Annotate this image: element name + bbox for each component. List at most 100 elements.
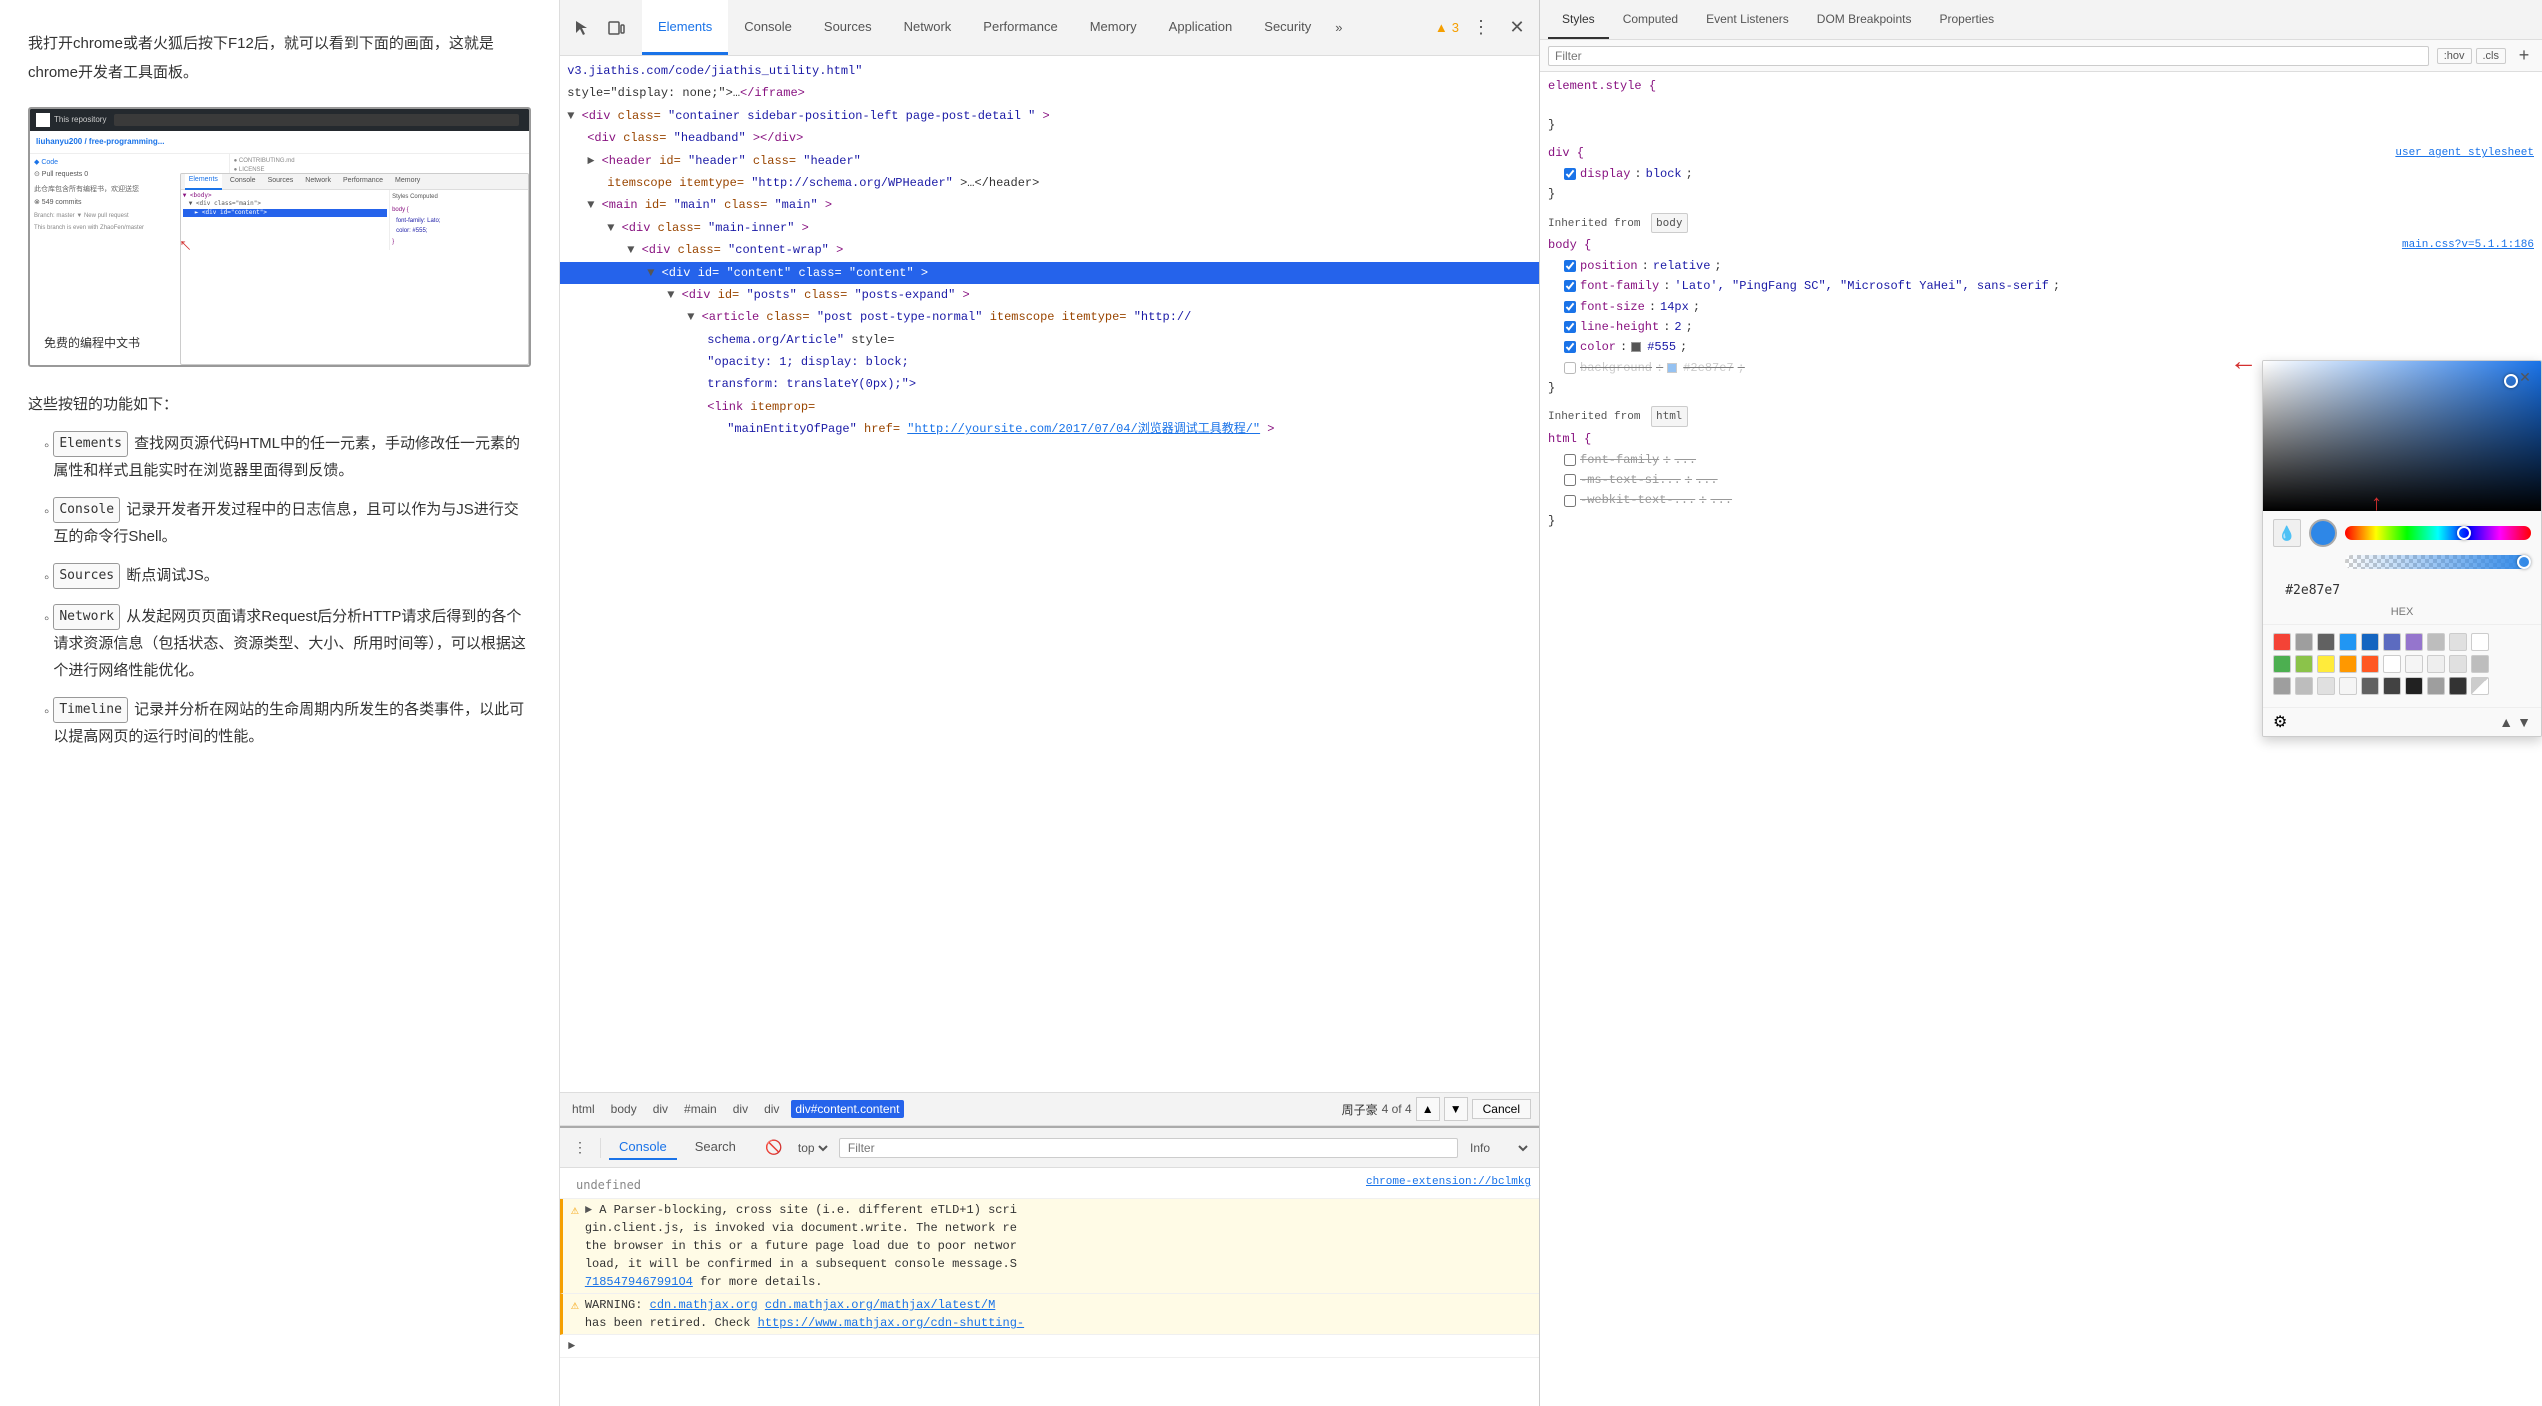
dom-line[interactable]: schema.org/Article" style= [560,329,1539,351]
prop-checkbox-display[interactable] [1564,168,1576,180]
style-source[interactable]: user agent stylesheet [2395,144,2534,163]
swatch[interactable] [2273,677,2291,695]
console-location-link[interactable]: chrome-extension://bclmkg [1366,1174,1531,1191]
swatch[interactable] [2427,655,2445,673]
cls-button[interactable]: .cls [2476,48,2507,64]
prop-checkbox-ms-text[interactable] [1564,474,1576,486]
dom-line[interactable]: style="display: none;">…</iframe> [560,82,1539,104]
swatch[interactable] [2361,633,2379,651]
color-scroll-up[interactable]: ▲ [2499,714,2513,730]
swatch[interactable] [2383,633,2401,651]
swatch[interactable] [2273,633,2291,651]
swatch[interactable] [2427,633,2445,651]
prop-checkbox-font-family[interactable] [1564,280,1576,292]
console-filter-input[interactable] [839,1138,1458,1158]
elements-dom-tree[interactable]: v3.jiathis.com/code/jiathis_utility.html… [560,56,1539,1092]
add-style-rule-button[interactable]: + [2514,46,2534,66]
block-errors-button[interactable]: 🚫 [762,1136,786,1160]
swatch[interactable] [2317,677,2335,695]
color-swatch-bg[interactable] [1667,363,1677,373]
tab-security[interactable]: Security [1248,0,1327,55]
breadcrumb-item-main[interactable]: #main [680,1100,721,1118]
device-toolbar-button[interactable] [602,14,630,42]
tab-event-listeners[interactable]: Event Listeners [1692,0,1803,39]
nav-prev-button[interactable]: ▲ [1416,1097,1440,1121]
dom-line[interactable]: ▼ <div class= "main-inner" > [560,217,1539,239]
prop-checkbox-webkit-text[interactable] [1564,495,1576,507]
swatch[interactable] [2273,655,2291,673]
prop-checkbox-ff-html[interactable] [1564,454,1576,466]
swatch[interactable] [2317,633,2335,651]
console-expand-button[interactable]: ► [568,1337,575,1355]
style-source-body[interactable]: main.css?v=5.1.1:186 [2402,236,2534,255]
swatch[interactable] [2317,655,2335,673]
dom-line[interactable]: v3.jiathis.com/code/jiathis_utility.html… [560,60,1539,82]
hov-button[interactable]: :hov [2437,48,2472,64]
color-hex-input[interactable] [2285,583,2531,598]
tab-search-bottom[interactable]: Search [685,1135,746,1160]
dom-line[interactable]: ▼ <div class= "content-wrap" > [560,239,1539,261]
dom-line[interactable]: "opacity: 1; display: block; [560,351,1539,373]
color-gradient-area[interactable] [2263,361,2541,511]
tab-sources[interactable]: Sources [808,0,888,55]
cdn-shutting-link[interactable]: https://www.mathjax.org/cdn-shutting- [758,1316,1024,1330]
context-selector[interactable]: top [794,1140,831,1156]
swatch[interactable] [2361,677,2379,695]
hue-slider[interactable] [2345,526,2531,540]
swatch[interactable] [2339,677,2357,695]
swatch[interactable] [2295,633,2313,651]
prop-checkbox-line-height[interactable] [1564,321,1576,333]
swatch[interactable] [2339,655,2357,673]
cancel-search-button[interactable]: Cancel [1472,1099,1531,1119]
swatch[interactable] [2295,677,2313,695]
dom-line[interactable]: ► <header id= "header" class= "header" [560,150,1539,172]
opacity-slider[interactable] [2345,555,2531,569]
dom-line[interactable]: itemscope itemtype= "http://schema.org/W… [560,172,1539,194]
tab-console-bottom[interactable]: Console [609,1135,677,1160]
breadcrumb-item-content[interactable]: div#content.content [791,1100,903,1118]
breadcrumb-item-div2[interactable]: div [729,1100,752,1118]
tab-application[interactable]: Application [1153,0,1249,55]
prop-checkbox-color[interactable] [1564,341,1576,353]
tab-performance[interactable]: Performance [967,0,1073,55]
swatch[interactable] [2405,655,2423,673]
nav-next-button[interactable]: ▼ [1444,1097,1468,1121]
dom-line[interactable]: ▼ <article class= "post post-type-normal… [560,306,1539,328]
mathjax-link[interactable]: cdn.mathjax.org [650,1298,758,1312]
swatch[interactable] [2449,655,2467,673]
dom-line[interactable]: ▼ <div id= "posts" class= "posts-expand"… [560,284,1539,306]
tab-styles[interactable]: Styles [1548,0,1609,39]
dom-line[interactable]: "mainEntityOfPage" href= "http://yoursit… [560,418,1539,440]
tab-properties[interactable]: Properties [1925,0,2008,39]
dom-line[interactable]: transform: translateY(0px);"> [560,373,1539,395]
swatch[interactable] [2383,677,2401,695]
tab-elements[interactable]: Elements [642,0,728,55]
console-menu-button[interactable]: ⋮ [568,1136,592,1160]
log-level-select[interactable]: Info Verbose Warning Error [1466,1140,1531,1156]
tab-computed[interactable]: Computed [1609,0,1692,39]
color-picker-close-button[interactable]: ✕ [2515,367,2535,387]
breadcrumb-item-body[interactable]: body [607,1100,641,1118]
swatch[interactable] [2295,655,2313,673]
dom-line[interactable]: <div class= "headband" ></div> [560,127,1539,149]
mathjax-cdn-link[interactable]: cdn.mathjax.org/mathjax/latest/M [765,1298,995,1312]
swatch[interactable] [2449,633,2467,651]
tab-memory[interactable]: Memory [1074,0,1153,55]
more-tabs-button[interactable]: » [1327,0,1350,55]
dom-line-selected[interactable]: ▼ <div id= "content" class= "content" > [560,262,1539,284]
swatch[interactable] [2405,633,2423,651]
swatch[interactable] [2449,677,2467,695]
tab-console[interactable]: Console [728,0,808,55]
eyedropper-button[interactable]: 💧 [2273,519,2301,547]
dom-line[interactable]: ▼ <main id= "main" class= "main" > [560,194,1539,216]
swatch[interactable] [2471,677,2489,695]
warning-link[interactable]: 7185479467991O4 [585,1275,693,1289]
prop-checkbox-font-size[interactable] [1564,301,1576,313]
breadcrumb-item-div3[interactable]: div [760,1100,783,1118]
color-swatch-555[interactable] [1631,342,1641,352]
breadcrumb-item-html[interactable]: html [568,1100,599,1118]
prop-checkbox-background[interactable] [1564,362,1576,374]
swatch[interactable] [2339,633,2357,651]
inspect-element-button[interactable] [568,14,596,42]
close-devtools-button[interactable]: ✕ [1503,14,1531,42]
